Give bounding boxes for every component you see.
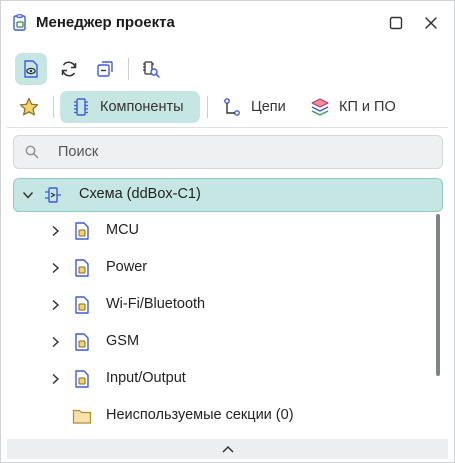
sheet-icon [72, 332, 92, 352]
chevron-down-icon[interactable] [20, 187, 36, 203]
tabs-separator [53, 96, 54, 118]
close-icon [425, 17, 437, 29]
collapse-icon [97, 61, 113, 77]
filter-tabs: Компоненты Цепи КП и ПО [1, 89, 454, 125]
title-bar: Менеджер проекта [1, 1, 454, 45]
layers-icon [309, 96, 331, 118]
toolbar [1, 53, 454, 89]
tree-root-label: Схема (ddBox-C1) [79, 186, 201, 202]
window-title: Менеджер проекта [36, 14, 175, 31]
project-manager-icon [11, 14, 29, 32]
chevron-right-icon[interactable] [47, 297, 63, 313]
document-eye-icon [24, 60, 38, 78]
tree-root-schematic[interactable]: Схема (ddBox-C1) [13, 178, 443, 212]
chip-search-icon [143, 61, 160, 78]
vertical-scrollbar[interactable] [436, 214, 440, 376]
search-box [13, 135, 443, 169]
project-tree: Схема (ddBox-C1) MCU Power Wi-Fi/Bluetoo… [13, 178, 443, 436]
tree-item-label: Неиспользуемые секции (0) [106, 407, 294, 423]
view-document-button[interactable] [15, 53, 47, 85]
tree-item-label: Input/Output [106, 370, 186, 386]
tree-item[interactable]: MCU [13, 215, 441, 247]
sheet-icon [72, 258, 92, 278]
sheet-icon [72, 221, 92, 241]
search-icon [24, 144, 40, 160]
tree-item-label: Wi-Fi/Bluetooth [106, 296, 206, 312]
net-icon [221, 96, 243, 118]
project-manager-panel: Менеджер проекта Компоненты Цепи КП и ПО… [0, 0, 455, 463]
maximize-button[interactable] [386, 13, 406, 33]
tab-favorites[interactable] [13, 91, 45, 123]
chevron-right-icon[interactable] [47, 371, 63, 387]
tab-nets-label: Цепи [251, 99, 286, 115]
chevron-up-icon [221, 445, 234, 453]
tabs-separator [207, 96, 208, 118]
sheet-icon [72, 295, 92, 315]
component-search-button[interactable] [135, 53, 167, 85]
collapse-all-button[interactable] [89, 53, 121, 85]
divider [7, 127, 448, 128]
tree-item-label: MCU [106, 222, 140, 238]
tree-item-label: Power [106, 259, 148, 275]
maximize-icon [389, 16, 403, 30]
chevron-right-icon[interactable] [47, 260, 63, 276]
close-button[interactable] [421, 13, 441, 33]
tab-pcb-and-software-label: КП и ПО [339, 99, 396, 115]
tree-item[interactable]: Power [13, 252, 441, 284]
tree-item[interactable]: Input/Output [13, 363, 441, 395]
toolbar-separator [128, 58, 129, 80]
tab-nets[interactable]: Цепи [221, 91, 295, 123]
tab-pcb-and-software[interactable]: КП и ПО [309, 91, 405, 123]
schematic-icon [43, 185, 63, 205]
folder-icon [72, 406, 92, 426]
chevron-right-icon[interactable] [47, 223, 63, 239]
refresh-button[interactable] [53, 53, 85, 85]
search-input[interactable] [58, 142, 428, 162]
tree-item[interactable]: Неиспользуемые секции (0) [13, 400, 441, 432]
tab-components[interactable]: Компоненты [60, 91, 200, 123]
sheet-icon [72, 369, 92, 389]
refresh-icon [61, 61, 77, 77]
star-icon [19, 97, 39, 116]
chevron-right-icon[interactable] [47, 334, 63, 350]
tree-item-label: GSM [106, 333, 140, 349]
tree-item[interactable]: Wi-Fi/Bluetooth [13, 289, 441, 321]
chip-icon [70, 96, 92, 118]
tree-item[interactable]: GSM [13, 326, 441, 358]
tab-components-label: Компоненты [100, 99, 184, 115]
collapse-bottom-bar[interactable] [7, 439, 448, 459]
